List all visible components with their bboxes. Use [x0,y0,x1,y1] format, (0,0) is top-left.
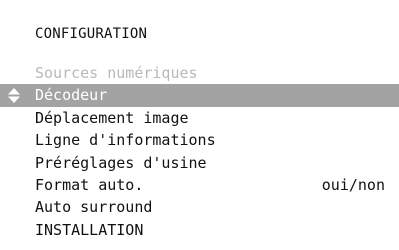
menu-item-sources-numeriques: Sources numériques [0,62,399,84]
menu-item-preglages-usine[interactable]: Préréglages d'usine [0,152,399,174]
menu-item-format-auto[interactable]: Format auto. oui/non [0,174,399,196]
up-down-arrows-icon [8,88,20,104]
menu-item-ligne-informations[interactable]: Ligne d'informations [0,129,399,151]
menu-item-label: Format auto. [35,175,144,194]
menu-item-label: Auto surround [35,198,153,217]
menu-list: Sources numériques Décodeur Déplacement … [0,62,399,241]
menu-item-label: Ligne d'informations [35,131,216,150]
format-auto-value: oui/non [321,175,385,194]
menu-title: CONFIGURATION [35,26,148,42]
menu-item-label: Déplacement image [35,108,189,127]
menu-screen: CONFIGURATION Sources numériques Décodeu… [0,0,399,250]
menu-item-installation[interactable]: INSTALLATION [0,219,399,241]
menu-item-deplacement-image[interactable]: Déplacement image [0,107,399,129]
menu-item-auto-surround[interactable]: Auto surround [0,196,399,218]
menu-item-label: Préréglages d'usine [35,153,207,172]
menu-item-label: INSTALLATION [35,220,144,239]
menu-item-label: Décodeur [35,86,108,105]
menu-item-label: Sources numériques [35,64,198,82]
menu-item-decodeur[interactable]: Décodeur [0,84,399,107]
